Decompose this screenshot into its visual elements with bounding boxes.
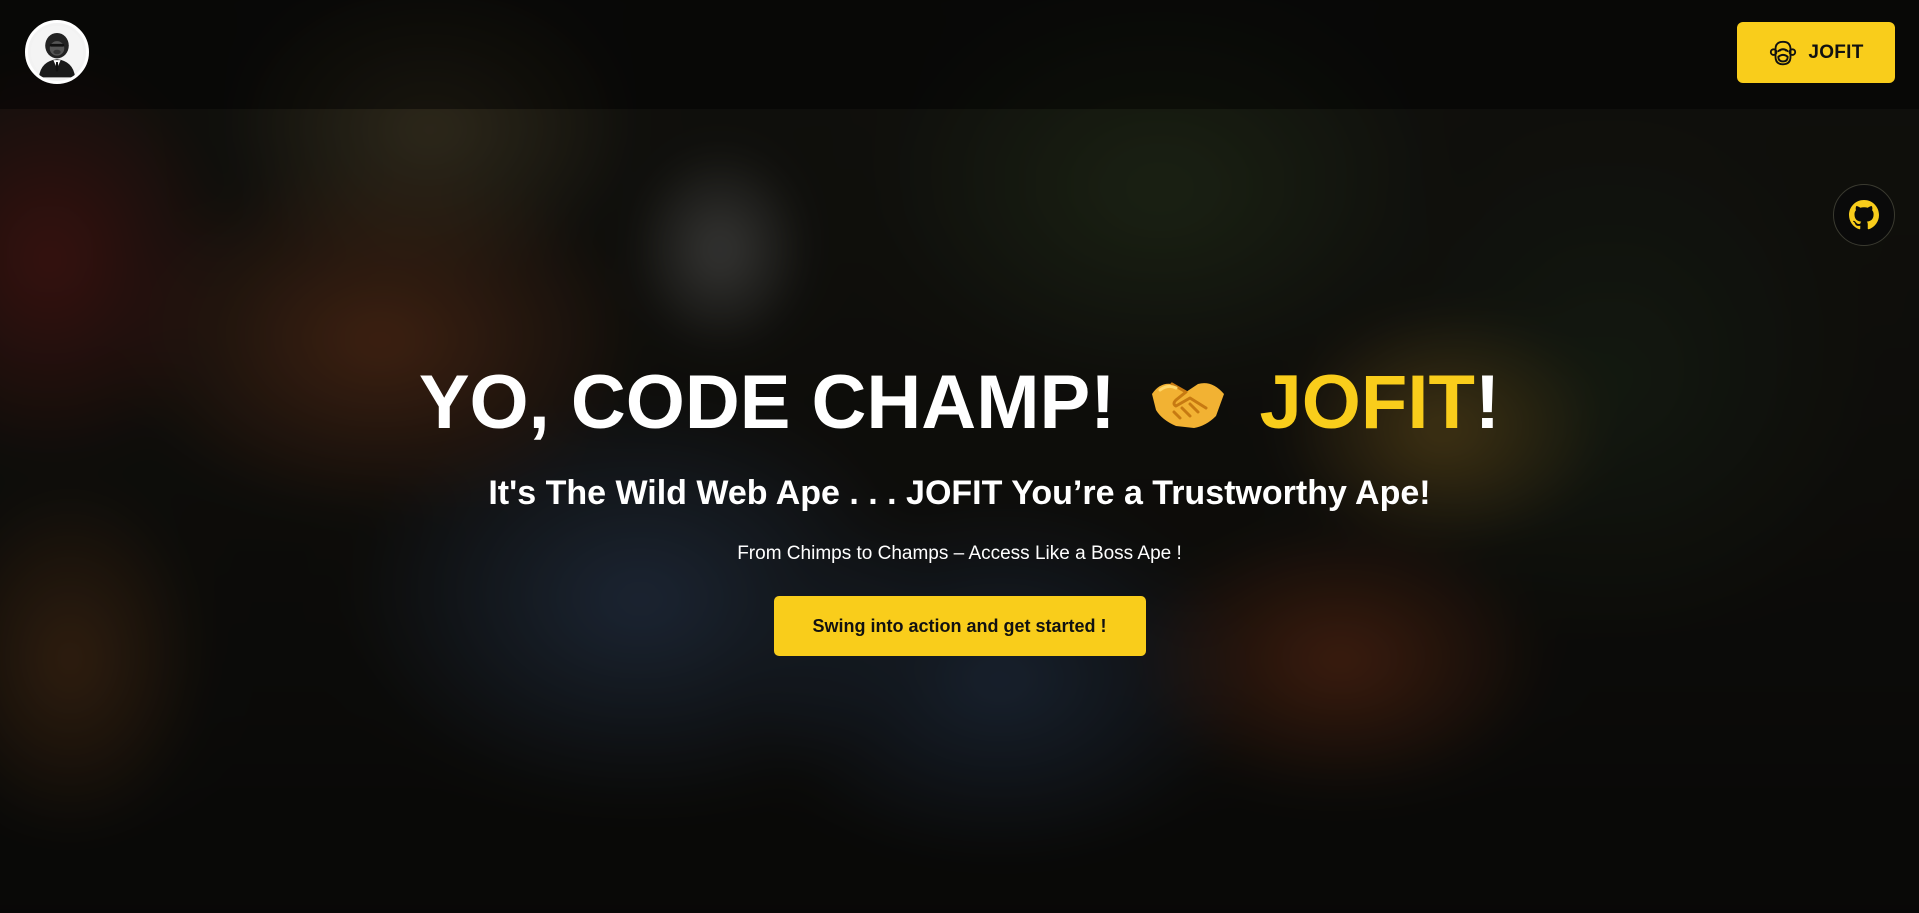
hero-subheading: It's The Wild Web Ape . . . JOFIT You’re… (488, 474, 1431, 512)
headline-exclamation: ! (1474, 359, 1501, 445)
hero-headline: YO, CODE CHAMP! JOFIT! (0, 352, 1919, 452)
github-icon (1849, 200, 1879, 230)
ape-face-icon (1770, 40, 1797, 65)
get-started-button[interactable]: Swing into action and get started ! (773, 596, 1146, 656)
hero-tagline: From Chimps to Champs – Access Like a Bo… (737, 543, 1182, 564)
landing-page: JOFIT YO, CODE CHAMP! JOFIT! It's The Wi… (0, 0, 1919, 913)
gorilla-logo-graphic (30, 25, 84, 79)
jofit-header-button-label: JOFIT (1808, 41, 1864, 63)
handshake-icon (1146, 360, 1230, 444)
gorilla-logo-icon[interactable] (25, 20, 89, 84)
headline-main-text: YO, CODE CHAMP! (418, 359, 1116, 445)
top-bar: JOFIT (0, 0, 1919, 109)
headline-accent-text: JOFIT (1259, 359, 1475, 445)
github-link-button[interactable] (1833, 184, 1895, 246)
jofit-header-button[interactable]: JOFIT (1737, 22, 1895, 83)
hero-section: YO, CODE CHAMP! JOFIT! It's The Wild Web… (0, 352, 1919, 656)
